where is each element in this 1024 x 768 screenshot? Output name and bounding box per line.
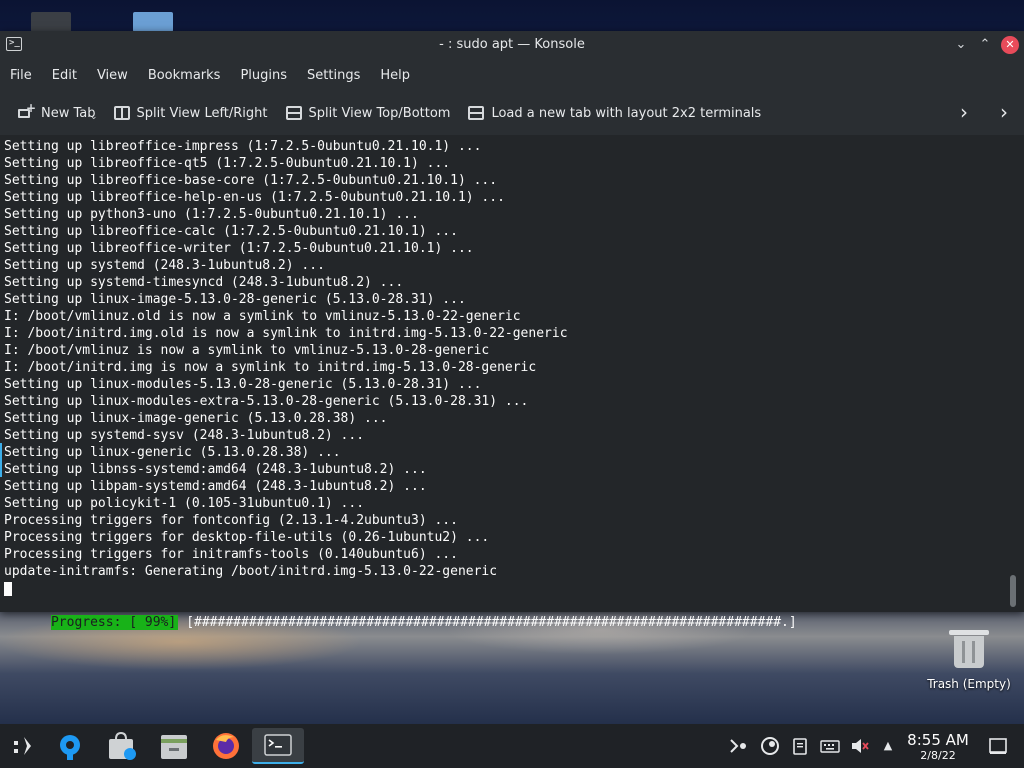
- system-settings-icon[interactable]: [52, 728, 88, 764]
- terminal-line: Setting up linux-modules-extra-5.13.0-28…: [4, 394, 529, 409]
- terminal-line: Setting up linux-image-generic (5.13.0.2…: [4, 411, 388, 426]
- apt-progress-line: Progress: [ 99%] [#######################…: [4, 597, 797, 630]
- volume-muted-icon[interactable]: [850, 736, 870, 756]
- title-bar[interactable]: >_ - : sudo apt — Konsole ⌄ ⌃ ✕: [0, 31, 1024, 59]
- file-manager-icon[interactable]: [156, 728, 192, 764]
- desktop-folder-icon[interactable]: [133, 12, 173, 32]
- terminal-cursor: [4, 582, 12, 596]
- scroll-marker: [0, 443, 2, 477]
- konsole-window: >_ - : sudo apt — Konsole ⌄ ⌃ ✕ File Edi…: [0, 31, 1024, 630]
- progress-label: Progress: [ 99%]: [50, 615, 179, 630]
- terminal-line: Setting up libreoffice-qt5 (1:7.2.5-0ubu…: [4, 156, 451, 171]
- terminal-line: Setting up linux-modules-5.13.0-28-gener…: [4, 377, 482, 392]
- terminal-line: I: /boot/initrd.img is now a symlink to …: [4, 360, 537, 375]
- split-vertical-icon: [285, 106, 302, 120]
- terminal-line: Setting up libreoffice-calc (1:7.2.5-0ub…: [4, 224, 458, 239]
- menu-bar: File Edit View Bookmarks Plugins Setting…: [0, 59, 1024, 91]
- terminal-line: Processing triggers for fontconfig (2.13…: [4, 513, 458, 528]
- terminal-line: Setting up linux-image-5.13.0-28-generic…: [4, 292, 466, 307]
- steam-icon[interactable]: [760, 736, 780, 756]
- clipboard-icon[interactable]: [790, 736, 810, 756]
- split-horizontal-icon: [113, 106, 130, 120]
- konsole-task-icon[interactable]: [252, 728, 304, 764]
- new-tab-button[interactable]: New Tab ⌄: [18, 101, 98, 122]
- terminal-line: Setting up libpam-systemd:amd64 (248.3-1…: [4, 479, 427, 494]
- toolbar-overflow-icon[interactable]: ›: [1000, 102, 1008, 122]
- trash-icon: [949, 628, 989, 668]
- trash-desktop-item[interactable]: Trash (Empty): [926, 628, 1012, 691]
- taskbar: ▲ 8:55 AM 2/8/22: [0, 724, 1024, 768]
- terminal-line: update-initramfs: Generating /boot/initr…: [4, 564, 498, 579]
- terminal-line: Setting up libreoffice-impress (1:7.2.5-…: [4, 139, 482, 154]
- new-tab-label: New Tab: [41, 105, 96, 121]
- toolbar-chevron-right-icon[interactable]: ›: [960, 102, 968, 122]
- terminal-line: Processing triggers for desktop-file-uti…: [4, 530, 490, 545]
- minimize-button[interactable]: ⌄: [952, 36, 970, 54]
- discover-store-icon[interactable]: [104, 728, 140, 764]
- terminal-line: I: /boot/initrd.img.old is now a symlink…: [4, 326, 568, 341]
- terminal-scrollbar[interactable]: [1010, 575, 1016, 607]
- keyboard-icon[interactable]: [820, 736, 840, 756]
- menu-edit[interactable]: Edit: [42, 68, 87, 83]
- digital-clock[interactable]: 8:55 AM 2/8/22: [900, 731, 976, 763]
- terminal-line: Setting up systemd-sysv (248.3-1ubuntu8.…: [4, 428, 365, 443]
- terminal-view[interactable]: Setting up libreoffice-impress (1:7.2.5-…: [0, 135, 1024, 630]
- terminal-line: I: /boot/vmlinuz is now a symlink to vml…: [4, 343, 490, 358]
- layout-icon: [468, 106, 485, 120]
- close-button[interactable]: ✕: [1001, 36, 1019, 54]
- menu-view[interactable]: View: [87, 68, 138, 83]
- tray-expand-icon[interactable]: ▲: [878, 736, 898, 756]
- show-desktop-icon[interactable]: [988, 736, 1008, 756]
- kde-connect-icon[interactable]: [728, 736, 748, 756]
- menu-bookmarks[interactable]: Bookmarks: [138, 68, 231, 83]
- split-top-bottom-button[interactable]: Split View Top/Bottom: [285, 105, 451, 121]
- trash-label: Trash (Empty): [927, 677, 1011, 691]
- terminal-line: Processing triggers for initramfs-tools …: [4, 547, 458, 562]
- terminal-line: Setting up policykit-1 (0.105-31ubuntu0.…: [4, 496, 365, 511]
- load-layout-button[interactable]: Load a new tab with layout 2x2 terminals: [468, 106, 761, 121]
- terminal-line: Setting up libreoffice-base-core (1:7.2.…: [4, 173, 498, 188]
- clock-time: 8:55 AM: [907, 731, 969, 749]
- terminal-line: Setting up systemd (248.3-1ubuntu8.2) ..…: [4, 258, 325, 273]
- terminal-line: Setting up libnss-systemd:amd64 (248.3-1…: [4, 462, 427, 477]
- application-launcher-icon[interactable]: [4, 728, 40, 764]
- desktop-icon-thumbnail[interactable]: [31, 12, 71, 32]
- split-top-bottom-label: Split View Top/Bottom: [308, 105, 451, 121]
- terminal-line: Setting up libreoffice-writer (1:7.2.5-0…: [4, 241, 474, 256]
- firefox-icon[interactable]: [208, 728, 244, 764]
- clock-date: 2/8/22: [920, 749, 956, 762]
- menu-help[interactable]: Help: [370, 68, 420, 83]
- new-tab-icon: [18, 101, 36, 120]
- terminal-line: Setting up linux-generic (5.13.0.28.38) …: [4, 445, 341, 460]
- terminal-line: Setting up python3-uno (1:7.2.5-0ubuntu0…: [4, 207, 419, 222]
- terminal-line: Setting up libreoffice-help-en-us (1:7.2…: [4, 190, 505, 205]
- split-left-right-label: Split View Left/Right: [136, 105, 268, 121]
- terminal-line: I: /boot/vmlinuz.old is now a symlink to…: [4, 309, 521, 324]
- tool-bar: New Tab ⌄ Split View Left/Right Split Vi…: [0, 91, 1024, 135]
- load-layout-label: Load a new tab with layout 2x2 terminals: [491, 105, 762, 121]
- terminal-line: Setting up systemd-timesyncd (248.3-1ubu…: [4, 275, 404, 290]
- window-title: - : sudo apt — Konsole: [439, 37, 585, 52]
- chevron-down-icon[interactable]: ⌄: [90, 112, 98, 122]
- menu-settings[interactable]: Settings: [297, 68, 370, 83]
- progress-bar: [#######################################…: [186, 615, 797, 630]
- split-left-right-button[interactable]: Split View Left/Right: [113, 105, 268, 121]
- menu-plugins[interactable]: Plugins: [230, 68, 297, 83]
- maximize-button[interactable]: ⌃: [976, 36, 994, 54]
- terminal-output: Setting up libreoffice-impress (1:7.2.5-…: [4, 138, 568, 580]
- menu-file[interactable]: File: [0, 68, 42, 83]
